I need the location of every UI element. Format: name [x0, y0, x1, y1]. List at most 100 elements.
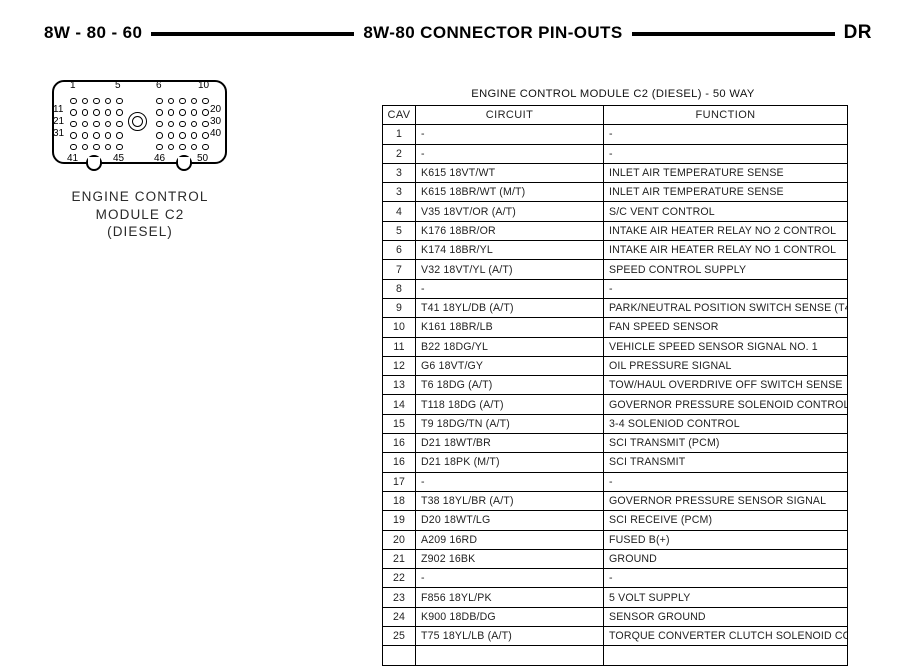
cell-function: INLET AIR TEMPERATURE SENSE [603, 182, 848, 203]
cell-circuit: F856 18YL/PK [415, 587, 604, 608]
pin-cavity [93, 143, 100, 151]
cell-cav: 13 [382, 375, 416, 396]
cell-function: INLET AIR TEMPERATURE SENSE [603, 162, 848, 184]
table-row: 4 V35 18VT/OR (A/T) S/C VENT CONTROL [382, 201, 848, 222]
pin-cavity [179, 132, 186, 139]
vehicle-code: DR [843, 22, 873, 43]
section-number: 8W - 80 - 60 [44, 23, 143, 42]
table-row: 16 D21 18WT/BR SCI TRANSMIT (PCM) [382, 433, 848, 454]
pin-cavity [93, 120, 100, 128]
table-row: 3 K615 18BR/WT (M/T) INLET AIR TEMPERATURE… [382, 182, 848, 203]
cell-function: INTAKE AIR HEATER RELAY NO 2 CONTROL [603, 220, 848, 242]
cell-cav: 8 [382, 278, 416, 299]
table-row: 10 K161 18BR/LB FAN SPEED SENSOR [382, 317, 848, 338]
center-keyway-icon [128, 112, 147, 131]
pin-label-46: 46 [154, 153, 166, 164]
pin-cavity [179, 109, 186, 116]
table-row [382, 645, 848, 666]
cell-function: SCI TRANSMIT [603, 452, 848, 473]
table-row: 11 B22 18DG/YL VEHICLE SPEED SENSOR SIGNAL… [382, 336, 848, 357]
cell-function: S/C VENT CONTROL [603, 201, 848, 222]
header-rule-left [151, 32, 355, 36]
cell-circuit: Z902 16BK [415, 548, 604, 570]
cell-function: VEHICLE SPEED SENSOR SIGNAL NO. 1 [603, 336, 848, 357]
table-row: 8-- [382, 278, 848, 299]
table-row: 15 T9 18DG/TN (A/T) 3-4 SOLENIOD CONTROL [382, 413, 848, 435]
cell-function: GOVERNOR PRESSURE SOLENOID CONTROL [603, 394, 848, 415]
cell-circuit: T9 18DG/TN (A/T) [415, 413, 604, 435]
connector-shell-outline: 1 5 6 10 11 21 31 20 30 40 41 45 46 50 [52, 80, 227, 171]
cell-cav: 21 [382, 548, 416, 570]
table-row: 17- - [382, 471, 848, 492]
cell-circuit: T38 18YL/BR (A/T) [415, 490, 604, 512]
cell-cav: 20 [382, 529, 416, 550]
pin-cavity [70, 109, 77, 116]
tab-notch-left [88, 156, 100, 164]
table-row: 7 V32 18VT/YL (A/T) SPEED CONTROL SUPPLY [382, 259, 848, 280]
cell-cav [382, 645, 416, 666]
cell-function: FAN SPEED SENSOR [603, 317, 848, 338]
cell-cav: 19 [382, 510, 416, 531]
cell-circuit: - [415, 471, 604, 492]
pin-cavity [190, 120, 198, 128]
pin-cavity [93, 109, 100, 116]
pin-cavity [104, 97, 112, 105]
cell-cav: 16 [382, 452, 416, 473]
table-header-row: CAV CIRCUIT FUNCTION [382, 104, 848, 126]
caption-line-2: MODULE C2 [95, 206, 185, 222]
cell-circuit: - [415, 568, 604, 589]
cell-function: FUSED B(+) [603, 529, 848, 550]
pin-cavity [201, 143, 209, 151]
column-header-circuit: CIRCUIT [415, 104, 604, 126]
cell-cav: 3 [382, 182, 416, 203]
cell-cav: 12 [382, 355, 416, 377]
pin-cavity [156, 97, 163, 105]
cell-circuit: T118 18DG (A/T) [415, 394, 604, 415]
cell-circuit: B22 18DG/YL [415, 336, 604, 357]
pin-cavity [156, 109, 163, 116]
cell-circuit: D20 18WT/LG [415, 510, 604, 531]
pin-cavity [104, 120, 112, 128]
cell-cav: 18 [382, 490, 416, 512]
table-row: 13 T6 18DG (A/T) TOW/HAUL OVERDRIVE OFF SW… [382, 375, 848, 396]
table-row: 14 T118 18DG (A/T) GOVERNOR PRESSURE SOLEN… [382, 394, 848, 415]
page-title: 8W-80 CONNECTOR PIN-OUTS [363, 23, 623, 42]
cell-function: SPEED CONTROL SUPPLY [603, 259, 848, 280]
pin-cavity [167, 97, 175, 105]
cell-function: TORQUE CONVERTER CLUTCH SOLENOID CONTROL [603, 626, 848, 647]
cell-circuit: V35 18VT/OR (A/T) [415, 201, 604, 222]
table-title: ENGINE CONTROL MODULE C2 (DIESEL) - 50 W… [471, 88, 755, 100]
pin-cavity [81, 120, 89, 128]
pin-cavity [115, 109, 123, 116]
pinout-table: CAV CIRCUIT FUNCTION 1- -2- -3 K615 18VT/WT… [382, 104, 848, 666]
pin-cavity [167, 109, 175, 116]
table-row: 22- - [382, 568, 848, 589]
cell-cav: 22 [382, 568, 416, 589]
pin-cavity [70, 132, 77, 139]
cell-cav: 1 [382, 124, 416, 145]
cell-cav: 9 [382, 297, 416, 319]
cell-circuit: A209 16RD [415, 529, 604, 550]
cell-circuit: G6 18VT/GY [415, 355, 604, 377]
cell-cav: 11 [382, 336, 416, 357]
pin-cavity [81, 132, 89, 139]
pin-cavity [179, 143, 186, 151]
pin-cavity [167, 132, 175, 139]
table-row: 12 G6 18VT/GY OIL PRESSURE SIGNAL [382, 355, 848, 377]
cell-function: TOW/HAUL OVERDRIVE OFF SWITCH SENSE [603, 375, 848, 396]
pin-cavity [156, 143, 163, 151]
pin-label-1: 1 [70, 80, 76, 91]
table-row: 16 D21 18PK (M/T) SCI TRANSMIT [382, 452, 848, 473]
cell-function: - [603, 568, 848, 589]
cell-function: 3-4 SOLENIOD CONTROL [603, 413, 848, 435]
cell-function: INTAKE AIR HEATER RELAY NO 1 CONTROL [603, 240, 848, 261]
pin-label-41: 41 [67, 153, 79, 164]
pin-label-30: 30 [210, 116, 222, 127]
cell-circuit: - [415, 278, 604, 299]
pin-label-50: 50 [197, 153, 209, 164]
pin-label-21: 21 [53, 116, 65, 127]
pin-bank-left [68, 95, 125, 153]
pin-cavity [179, 120, 186, 128]
cell-function [603, 645, 848, 666]
pin-cavity [167, 120, 175, 128]
